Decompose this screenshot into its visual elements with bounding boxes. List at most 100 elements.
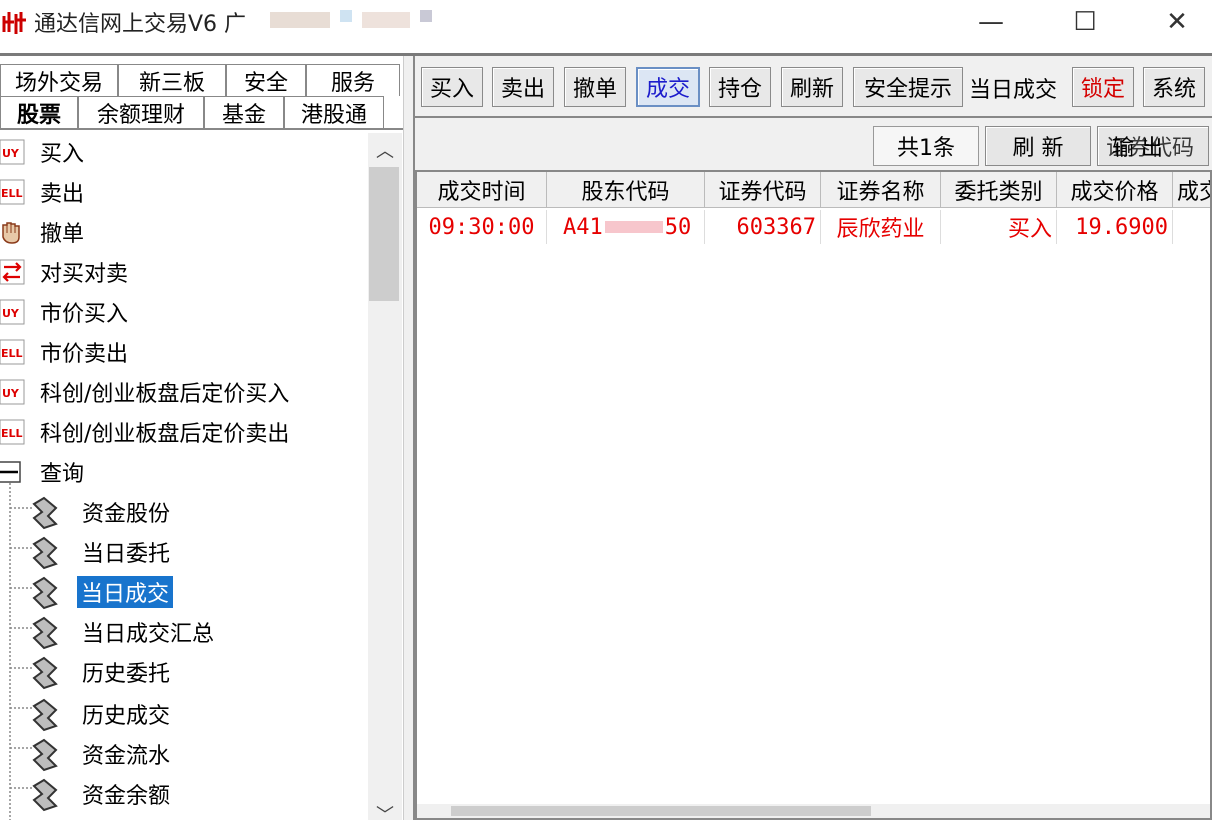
grid-hscrollbar[interactable] [417, 804, 1210, 818]
scrollbar-thumb[interactable] [369, 167, 399, 301]
sell-icon: ELL [0, 339, 25, 365]
tree-item-label: 查询 [40, 462, 85, 487]
refresh-button[interactable]: 刷新 [781, 67, 843, 107]
scrollbar-thumb[interactable] [451, 806, 871, 816]
tree-item-label: 市价卖出 [40, 342, 129, 367]
tab-neeq[interactable]: 新三板 [118, 64, 226, 96]
svg-text:ELL: ELL [1, 427, 23, 440]
col-header-deal-more[interactable]: 成交 [1173, 172, 1210, 208]
sell-button[interactable]: 卖出 [492, 67, 554, 107]
scroll-down-icon[interactable]: ﹀ [368, 802, 402, 820]
holder-code-prefix: A41 [563, 214, 603, 240]
col-header-stock-name[interactable]: 证券名称 [821, 172, 941, 208]
buy-button[interactable]: 买入 [421, 67, 483, 107]
tabs-divider [0, 128, 403, 130]
diamond-node-icon [32, 656, 58, 690]
tab-otc[interactable]: 场外交易 [0, 64, 118, 96]
diamond-node-icon [32, 536, 58, 570]
buy-icon: UY [0, 379, 25, 405]
diamond-node-icon [32, 576, 58, 610]
col-header-holder-code[interactable]: 股东代码 [547, 172, 705, 208]
svg-text:UY: UY [2, 147, 20, 160]
minimize-button[interactable]: — [968, 0, 1014, 44]
diamond-node-icon [32, 496, 58, 530]
tab-stock[interactable]: 股票 [0, 96, 78, 128]
pane-splitter[interactable] [403, 56, 415, 820]
lock-button[interactable]: 锁定 [1072, 67, 1134, 107]
sell-icon: ELL [0, 179, 25, 205]
minimize-icon: — [978, 7, 1004, 37]
cell-order-type: 买入 [941, 210, 1057, 244]
cell-deal-price: 19.6900 [1057, 210, 1173, 244]
table-row[interactable]: 09:30:00 A41 50 603367 辰欣药业 买入 19.6900 [417, 210, 1210, 246]
right-pane: 买入 卖出 撤单 成交 持仓 刷新 安全提示 当日成交 锁定 系统 共1条 刷 … [415, 56, 1212, 820]
maximize-icon: ☐ [1073, 7, 1097, 37]
redacted-title-block-2 [340, 10, 352, 22]
scroll-up-icon[interactable]: ︿ [368, 133, 402, 167]
sub-toolbar: 共1条 刷 新 输 出 证券代码 [415, 116, 1212, 168]
tree-item-label: 卖出 [40, 182, 85, 207]
tab-hk-connect[interactable]: 港股通 [284, 96, 384, 128]
tab-fund[interactable]: 基金 [204, 96, 284, 128]
output-overlap-label: 证券代码 [1106, 136, 1195, 161]
col-header-stock-code[interactable]: 证券代码 [705, 172, 821, 208]
diamond-node-icon [32, 778, 58, 812]
tree-item-label: 当日成交汇总 [82, 622, 215, 647]
window-title: 通达信网上交易V6 广 [34, 12, 247, 37]
col-header-deal-price[interactable]: 成交价格 [1057, 172, 1173, 208]
tabs-row-2: 股票 余额理财 基金 港股通 [0, 96, 384, 128]
position-button[interactable]: 持仓 [709, 67, 771, 107]
system-button[interactable]: 系统 [1143, 67, 1205, 107]
deal-button[interactable]: 成交 [636, 67, 700, 107]
cancel-order-button[interactable]: 撤单 [564, 67, 626, 107]
close-button[interactable]: ✕ [1154, 0, 1200, 44]
buy-icon: UY [0, 299, 25, 325]
holder-code-suffix: 50 [664, 214, 692, 240]
redacted-title-block-4 [420, 10, 432, 22]
cell-time: 09:30:00 [417, 210, 547, 244]
svg-text:UY: UY [2, 307, 20, 320]
deals-grid: 成交时间 股东代码 证券代码 证券名称 委托类别 成交价格 成交 09:30:0… [415, 170, 1212, 820]
svg-text:ELL: ELL [1, 187, 23, 200]
tab-security[interactable]: 安全 [226, 64, 306, 96]
tree-item-label: 资金余额 [82, 784, 171, 809]
col-header-time[interactable]: 成交时间 [417, 172, 547, 208]
tree-item-label: 历史成交 [82, 704, 171, 729]
record-count: 共1条 [873, 126, 979, 166]
tree-item-label: 当日委托 [82, 542, 171, 567]
safety-tip-button[interactable]: 安全提示 [853, 67, 963, 107]
diamond-node-icon [32, 738, 58, 772]
swap-icon [0, 259, 25, 285]
refresh-list-button[interactable]: 刷 新 [985, 126, 1091, 166]
buy-icon: UY [0, 139, 25, 165]
tab-service[interactable]: 服务 [306, 64, 400, 96]
tree-item-label: 对买对卖 [40, 262, 129, 287]
tabs-row-1: 场外交易 新三板 安全 服务 [0, 64, 400, 96]
title-bar: 通达信网上交易V6 广 — ☐ ✕ [0, 0, 1212, 52]
diamond-node-icon [32, 698, 58, 732]
tree-item-label: 买入 [40, 142, 85, 167]
output-button[interactable]: 输 出 证券代码 [1097, 126, 1209, 166]
tree-item-label: 资金股份 [82, 502, 171, 527]
tree-scrollbar[interactable]: ︿ ﹀ [368, 133, 402, 820]
maximize-button[interactable]: ☐ [1062, 0, 1108, 44]
close-icon: ✕ [1166, 7, 1188, 37]
sell-icon: ELL [0, 419, 25, 445]
cell-holder-code: A41 50 [547, 210, 705, 244]
app-logo-icon [2, 12, 26, 34]
svg-text:ELL: ELL [1, 347, 23, 360]
tree-item-label: 科创/创业板盘后定价买入 [40, 382, 290, 407]
function-tree: UY 买入 ELL 卖出 撤单 对买对卖 UY 市价买入 ELL 市价卖出 UY… [0, 133, 368, 820]
tree-item-label: 历史委托 [82, 662, 171, 687]
cancel-hand-icon [2, 222, 20, 244]
tree-item-label: 撤单 [40, 222, 85, 247]
cell-stock-code: 603367 [705, 210, 821, 244]
cell-stock-name: 辰欣药业 [821, 210, 941, 244]
tree-item-label: 科创/创业板盘后定价卖出 [40, 422, 290, 447]
redacted-title-block [270, 12, 330, 28]
tree-item-label-selected: 当日成交 [77, 576, 174, 608]
grid-header: 成交时间 股东代码 证券代码 证券名称 委托类别 成交价格 成交 [417, 172, 1210, 208]
tree-item-label: 市价买入 [40, 302, 129, 327]
col-header-order-type[interactable]: 委托类别 [941, 172, 1057, 208]
tab-wealth[interactable]: 余额理财 [78, 96, 204, 128]
